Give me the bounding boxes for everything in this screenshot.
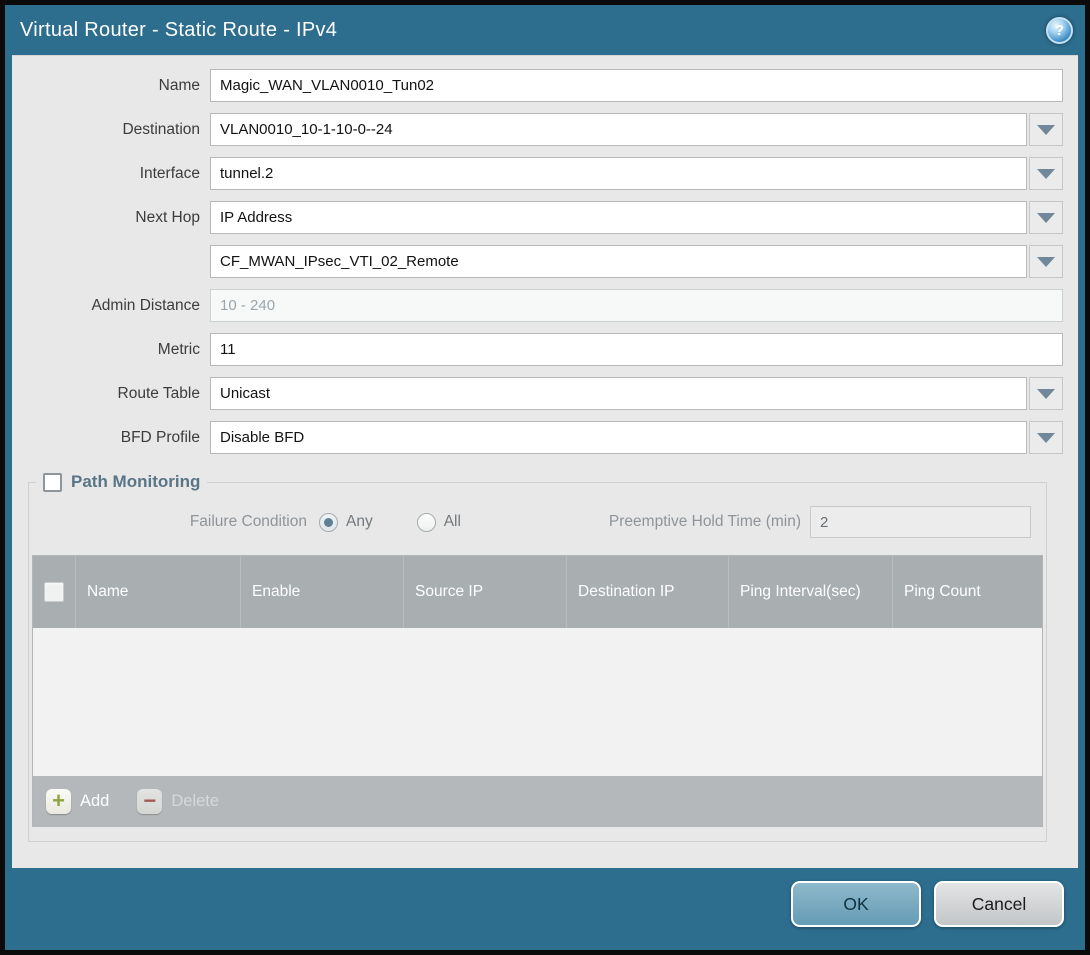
chevron-down-icon	[1037, 213, 1055, 223]
form-row-interface: Interface	[12, 157, 1063, 190]
path-monitoring-section: Path Monitoring Failure Condition Any Al…	[28, 472, 1047, 842]
next-hop-type-dropdown-button[interactable]	[1029, 201, 1063, 234]
column-header-ping-interval: Ping Interval(sec)	[728, 556, 892, 628]
destination-field-wrap	[210, 113, 1063, 146]
route-table-input[interactable]	[210, 377, 1027, 410]
failure-condition-any-label: Any	[346, 513, 373, 531]
failure-condition-all-radio	[417, 513, 436, 532]
dialog-window: Virtual Router - Static Route - IPv4 ? N…	[0, 0, 1090, 955]
destination-input[interactable]	[210, 113, 1027, 146]
form-row-next-hop: Next Hop	[12, 201, 1063, 234]
path-monitoring-title: Path Monitoring	[71, 472, 200, 492]
metric-label: Metric	[12, 341, 210, 359]
metric-input[interactable]	[210, 333, 1063, 366]
select-all-header-cell	[33, 556, 75, 628]
add-icon: +	[46, 789, 71, 814]
form-row-name: Name	[12, 69, 1063, 102]
table-toolbar: + Add − Delete	[33, 776, 1042, 826]
admin-distance-label: Admin Distance	[12, 297, 210, 315]
column-header-name: Name	[75, 556, 240, 628]
form-row-route-table: Route Table	[12, 377, 1063, 410]
bfd-profile-field-wrap	[210, 421, 1063, 454]
next-hop-label: Next Hop	[12, 209, 210, 227]
failure-condition-any-radio	[319, 513, 338, 532]
next-hop-value-field-wrap	[210, 245, 1063, 278]
next-hop-address-dropdown-button[interactable]	[1029, 245, 1063, 278]
interface-input[interactable]	[210, 157, 1027, 190]
preemptive-hold-time-label: Preemptive Hold Time (min)	[505, 513, 810, 531]
dialog-titlebar: Virtual Router - Static Route - IPv4 ?	[5, 5, 1085, 55]
path-monitoring-checkbox[interactable]	[43, 473, 62, 492]
form-row-metric: Metric	[12, 333, 1063, 366]
name-input[interactable]	[210, 69, 1063, 102]
chevron-down-icon	[1037, 169, 1055, 179]
form-row-admin-distance: Admin Distance	[12, 289, 1063, 322]
next-hop-address-input[interactable]	[210, 245, 1027, 278]
chevron-down-icon	[1037, 125, 1055, 135]
column-header-destination-ip: Destination IP	[566, 556, 728, 628]
admin-distance-input[interactable]	[210, 289, 1063, 322]
interface-label: Interface	[12, 165, 210, 183]
failure-condition-all-label: All	[444, 513, 461, 531]
name-label: Name	[12, 77, 210, 95]
failure-condition-label: Failure Condition	[31, 513, 319, 531]
destination-dropdown-button[interactable]	[1029, 113, 1063, 146]
preemptive-hold-time-input	[810, 506, 1031, 538]
chevron-down-icon	[1037, 433, 1055, 443]
path-monitoring-legend: Path Monitoring	[36, 472, 207, 492]
chevron-down-icon	[1037, 257, 1055, 267]
failure-condition-row: Failure Condition Any All Preemptive Hol…	[31, 506, 1044, 538]
form-row-bfd-profile: BFD Profile	[12, 421, 1063, 454]
dialog-footer: OK Cancel	[5, 868, 1085, 950]
name-field-wrap	[210, 69, 1063, 102]
delete-button: − Delete	[137, 789, 219, 814]
add-button[interactable]: + Add	[46, 789, 109, 814]
admin-distance-field-wrap	[210, 289, 1063, 322]
form-row-next-hop-value	[12, 245, 1063, 278]
form-row-destination: Destination	[12, 113, 1063, 146]
chevron-down-icon	[1037, 389, 1055, 399]
bfd-profile-dropdown-button[interactable]	[1029, 421, 1063, 454]
column-header-ping-count: Ping Count	[892, 556, 1042, 628]
route-table-label: Route Table	[12, 385, 210, 403]
route-table-dropdown-button[interactable]	[1029, 377, 1063, 410]
table-body-empty	[33, 628, 1042, 776]
dialog-content: Name Destination Interface Next Hop	[12, 55, 1078, 868]
path-monitoring-table: Name Enable Source IP Destination IP Pin…	[32, 555, 1043, 827]
cancel-button[interactable]: Cancel	[934, 881, 1064, 927]
interface-dropdown-button[interactable]	[1029, 157, 1063, 190]
bfd-profile-input[interactable]	[210, 421, 1027, 454]
destination-label: Destination	[12, 121, 210, 139]
bfd-profile-label: BFD Profile	[12, 429, 210, 447]
route-table-field-wrap	[210, 377, 1063, 410]
next-hop-field-wrap	[210, 201, 1063, 234]
add-button-label: Add	[80, 792, 109, 811]
dialog-title: Virtual Router - Static Route - IPv4	[20, 19, 337, 42]
help-icon[interactable]: ?	[1046, 17, 1073, 44]
delete-button-label: Delete	[171, 792, 219, 811]
interface-field-wrap	[210, 157, 1063, 190]
next-hop-type-input[interactable]	[210, 201, 1027, 234]
select-all-checkbox	[44, 582, 64, 602]
delete-icon: −	[137, 789, 162, 814]
metric-field-wrap	[210, 333, 1063, 366]
table-header-row: Name Enable Source IP Destination IP Pin…	[33, 556, 1042, 628]
column-header-source-ip: Source IP	[403, 556, 566, 628]
ok-button[interactable]: OK	[791, 881, 921, 927]
column-header-enable: Enable	[240, 556, 403, 628]
